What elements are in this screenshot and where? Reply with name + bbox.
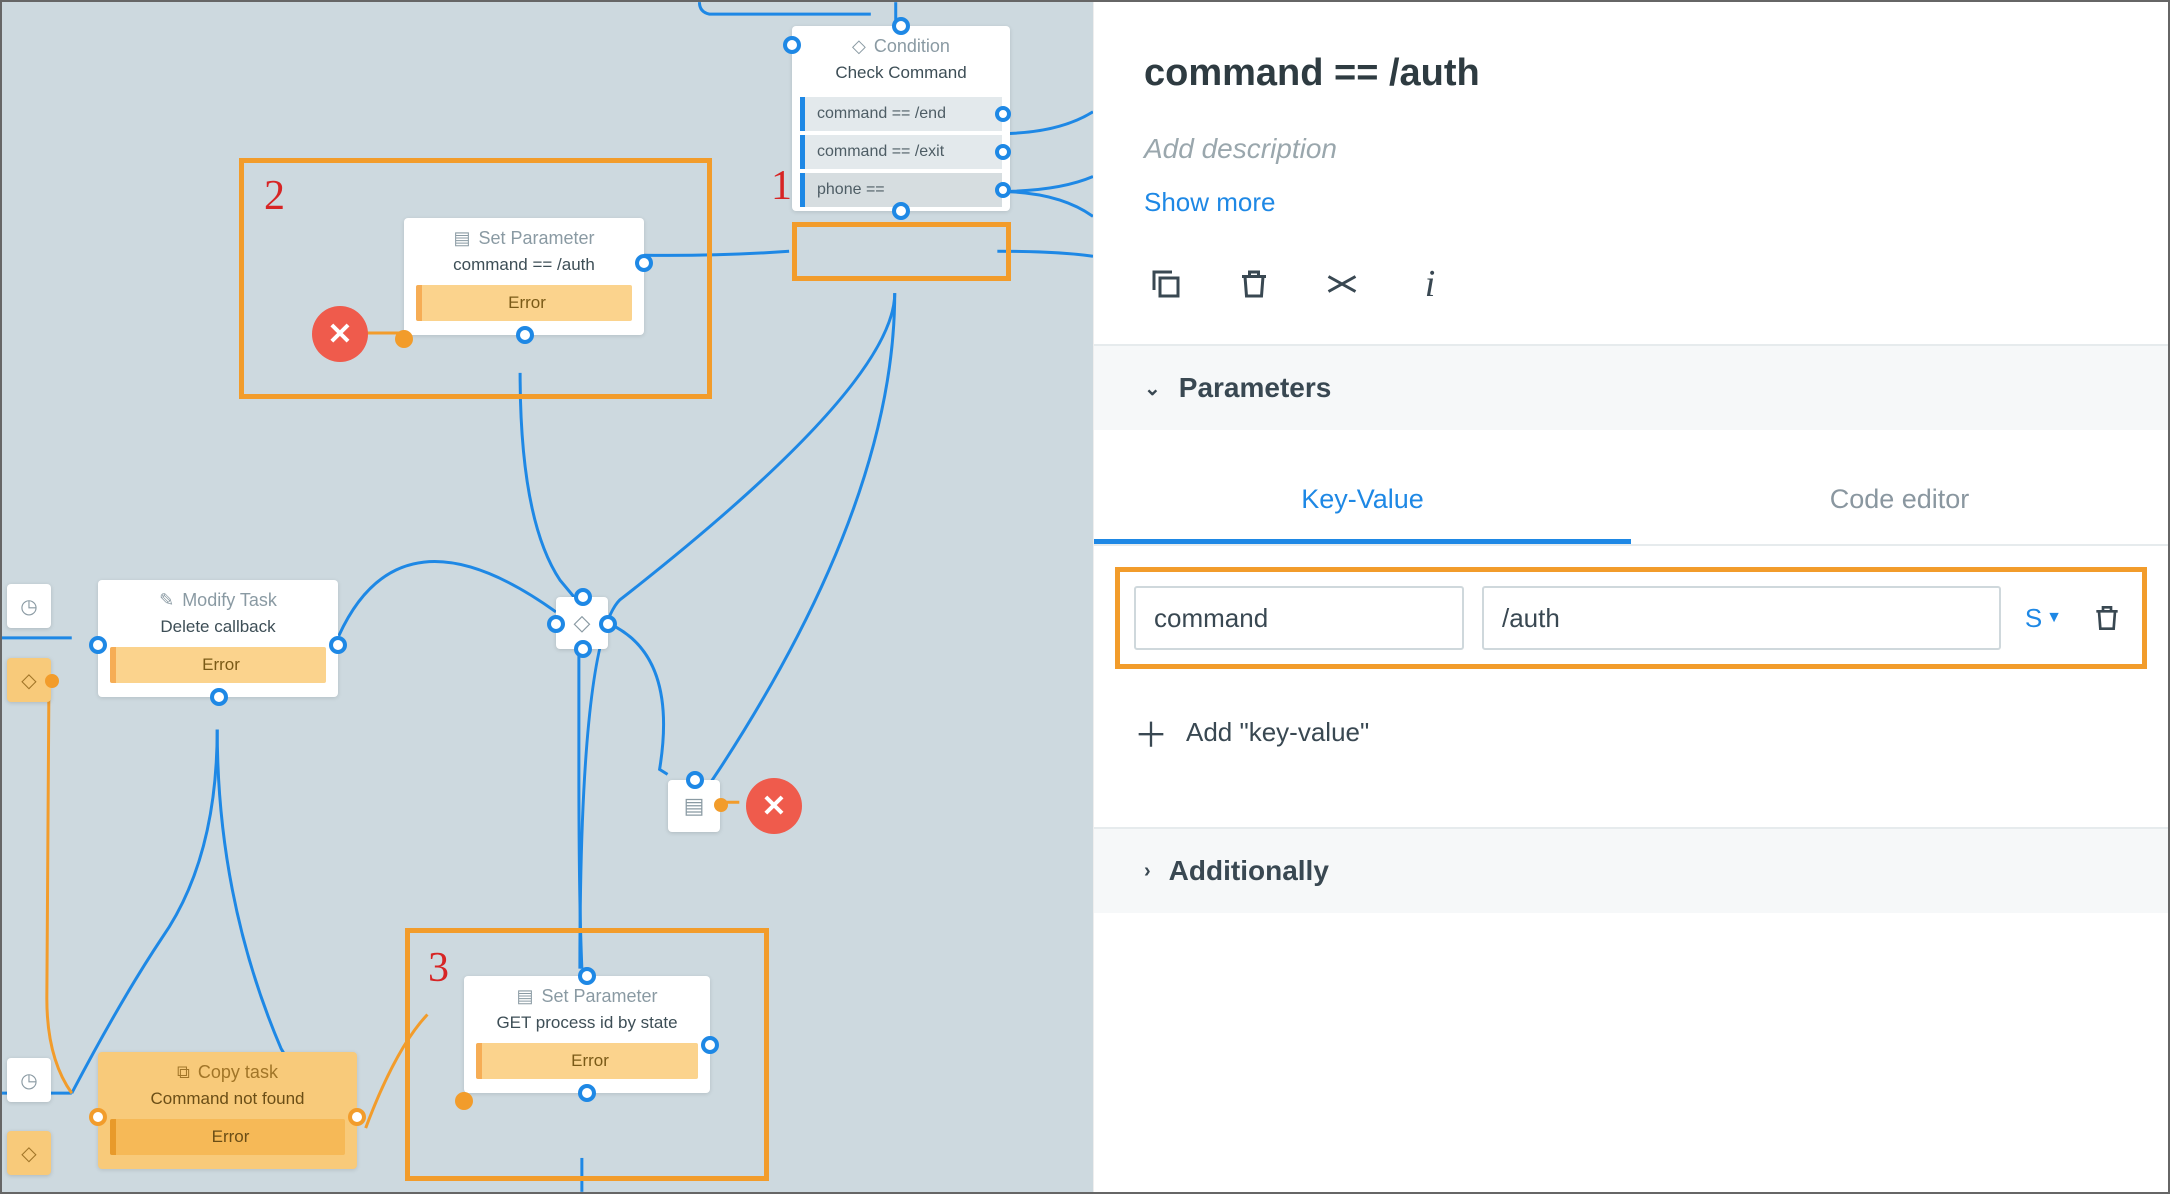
pencil-icon: ✎ [159,590,174,611]
clock-icon: ◷ [20,1068,37,1093]
flow-canvas[interactable]: ◇ Condition Check Command command == /en… [2,2,1093,1192]
copy-button[interactable] [1144,262,1188,306]
mini-node[interactable]: ▤ [668,780,720,832]
router-node[interactable]: ◇ [556,597,608,649]
box-icon: ▤ [684,793,705,819]
section-additionally[interactable]: › Additionally [1094,827,2168,913]
node-type-label: Condition [874,36,950,57]
mini-node[interactable]: ◷ [7,1058,51,1102]
section-parameters[interactable]: ⌄ Parameters [1094,344,2168,430]
type-select[interactable]: S▼ [2019,603,2068,634]
node-modify-task[interactable]: ✎ Modify Task Delete callback Error [98,580,338,697]
panel-toolbar: i [1094,228,2168,344]
mini-node[interactable]: ◇ [7,1131,51,1175]
node-type-label: Modify Task [182,590,277,611]
delete-button[interactable] [1232,262,1276,306]
highlight-3 [405,928,769,1181]
diamond-icon: ◇ [21,1141,36,1166]
condition-row[interactable]: command == /exit [800,135,1002,169]
port[interactable] [783,36,801,54]
tab-key-value[interactable]: Key-Value [1094,460,1631,544]
clock-icon: ◷ [20,594,37,619]
node-type: ⧉ Copy task [98,1052,357,1087]
show-more-link[interactable]: Show more [1144,187,2118,218]
port[interactable] [995,182,1011,198]
node-title: Check Command [792,61,1010,93]
node-type: ✎ Modify Task [98,580,338,615]
port[interactable] [714,798,728,812]
kv-value-input[interactable] [1482,586,2001,650]
condition-row[interactable]: command == /end [800,97,1002,131]
port[interactable] [995,144,1011,160]
kv-key-input[interactable] [1134,586,1464,650]
annotation-2: 2 [264,172,285,220]
node-copy-task[interactable]: ⧉ Copy task Command not found Error [98,1052,357,1169]
port[interactable] [995,106,1011,122]
port[interactable] [892,202,910,220]
tabs: Key-Value Code editor [1094,460,2168,546]
highlight-1 [792,222,1011,281]
port[interactable] [329,636,347,654]
mini-node[interactable]: ◇ [7,658,51,702]
port[interactable] [892,17,910,35]
diamond-icon: ◇ [852,36,866,57]
plus-icon: ＋ [1134,708,1168,757]
cut-button[interactable] [1320,262,1364,306]
port[interactable] [210,688,228,706]
section-label: Parameters [1179,372,1332,404]
node-type-label: Copy task [198,1062,278,1083]
highlight-kv: S▼ [1115,567,2147,669]
port[interactable] [89,636,107,654]
node-condition[interactable]: ◇ Condition Check Command command == /en… [792,26,1010,211]
diamond-icon: ◇ [574,610,591,636]
port[interactable] [547,615,565,633]
port[interactable] [89,1108,107,1126]
details-panel: command == /auth Add description Show mo… [1093,2,2168,1192]
annotation-3: 3 [428,944,449,992]
tab-code-editor[interactable]: Code editor [1631,460,2168,544]
annotation-1: 1 [771,162,792,210]
error-badge[interactable]: ✕ [746,778,802,834]
add-kv-label: Add "key-value" [1186,717,1369,748]
node-error: Error [110,647,326,683]
chevron-right-icon: › [1144,860,1151,883]
close-icon: ✕ [761,789,786,824]
highlight-2 [239,158,712,399]
description-input[interactable]: Add description [1144,133,2118,165]
params-body: S▼ [1094,546,2168,670]
caret-down-icon: ▼ [2046,609,2062,627]
port[interactable] [574,640,592,658]
kv-row: S▼ [1134,586,2128,650]
diamond-icon: ◇ [21,668,36,693]
port[interactable] [45,674,59,688]
delete-row-button[interactable] [2086,597,2128,639]
chevron-down-icon: ⌄ [1144,376,1161,401]
app-root: ◇ Condition Check Command command == /en… [0,0,2170,1194]
node-title: Delete callback [98,615,338,647]
node-title: Command not found [98,1087,357,1119]
node-error: Error [110,1119,345,1155]
info-button[interactable]: i [1408,262,1452,306]
copy-icon: ⧉ [177,1062,190,1083]
mini-node[interactable]: ◷ [7,584,51,628]
port[interactable] [348,1108,366,1126]
add-key-value-button[interactable]: ＋ Add "key-value" [1094,670,2168,817]
section-label: Additionally [1169,855,1329,887]
port[interactable] [574,588,592,606]
panel-header: command == /auth Add description Show mo… [1094,2,2168,228]
port[interactable] [599,615,617,633]
panel-title: command == /auth [1144,52,2118,95]
port[interactable] [686,771,704,789]
